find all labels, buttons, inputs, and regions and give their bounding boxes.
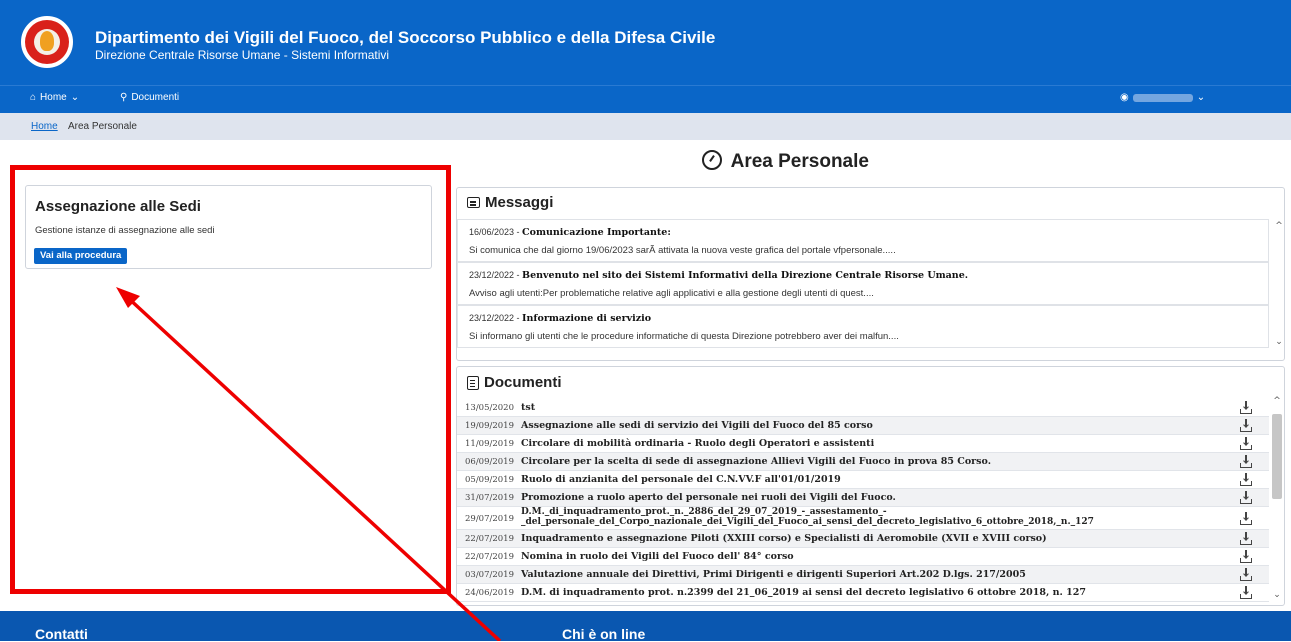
download-icon[interactable] — [1240, 550, 1252, 563]
message-item[interactable]: 16/06/2023 - Comunicazione Importante: S… — [457, 219, 1269, 262]
download-icon[interactable] — [1240, 455, 1252, 468]
document-date: 03/07/2019 — [465, 570, 514, 580]
document-icon — [467, 375, 479, 390]
messaggi-panel: Messaggi 16/06/2023 - Comunicazione Impo… — [456, 187, 1285, 361]
breadcrumb-home-link[interactable]: Home — [31, 121, 58, 132]
documenti-scrollbar[interactable]: ^ ⌄ — [1270, 394, 1284, 604]
annotation-highlight-box — [10, 165, 451, 594]
documenti-header: Documenti — [467, 374, 562, 391]
download-icon[interactable] — [1240, 568, 1252, 581]
download-icon[interactable] — [1240, 491, 1252, 504]
document-title[interactable]: Ruolo di anzianita del personale del C.N… — [521, 474, 841, 485]
home-icon: ⌂ — [30, 92, 37, 103]
download-icon[interactable] — [1240, 512, 1252, 525]
message-body: Si comunica che dal giorno 19/06/2023 sa… — [469, 245, 896, 256]
breadcrumb: Home Area Personale — [0, 113, 1291, 140]
message-date: 23/12/2022 — [469, 270, 515, 280]
document-date: 11/09/2019 — [465, 439, 514, 449]
scroll-down-icon[interactable]: ⌄ — [1272, 590, 1282, 600]
document-date: 29/07/2019 — [465, 514, 514, 524]
document-title[interactable]: Circolare di mobilità ordinaria - Ruolo … — [521, 438, 874, 449]
username-redacted — [1132, 93, 1193, 102]
document-row[interactable]: 13/05/2020 tst — [457, 399, 1269, 417]
breadcrumb-current: Area Personale — [68, 121, 137, 132]
scroll-up-icon[interactable]: ^ — [1272, 396, 1282, 406]
message-title: Informazione di servizio — [522, 313, 652, 324]
document-title[interactable]: Inquadramento e assegnazione Piloti (XXI… — [521, 533, 1047, 544]
nav-documenti-label: Documenti — [131, 92, 180, 103]
download-icon[interactable] — [1240, 473, 1252, 486]
footer-contatti-heading: Contatti — [35, 626, 88, 642]
document-row[interactable]: 22/07/2019 Inquadramento e assegnazione … — [457, 530, 1269, 548]
document-title[interactable]: Circolare per la scelta di sede di asseg… — [521, 456, 991, 467]
footer-chi-online-heading: Chi è on line — [562, 626, 646, 642]
document-title[interactable]: Valutazione annuale dei Direttivi, Primi… — [521, 569, 1026, 580]
document-title[interactable]: D.M. di inquadramento prot. n.2399 del 2… — [521, 587, 1086, 598]
document-date: 31/07/2019 — [465, 493, 514, 503]
nav-home-label: Home — [40, 92, 67, 103]
document-row[interactable]: 05/09/2019 Ruolo di anzianita del person… — [457, 471, 1269, 489]
messaggi-title: Messaggi — [485, 194, 554, 211]
download-icon[interactable] — [1240, 532, 1252, 545]
vigili-del-fuoco-logo[interactable] — [21, 16, 73, 68]
document-date: 13/05/2020 — [465, 403, 514, 413]
message-title: Comunicazione Importante: — [522, 227, 671, 238]
user-menu[interactable]: ◉ ⌄ — [1120, 92, 1205, 103]
document-date: 05/09/2019 — [465, 475, 514, 485]
document-date: 24/06/2019 — [465, 588, 514, 598]
document-title[interactable]: Promozione a ruolo aperto del personale … — [521, 492, 896, 503]
document-row[interactable]: 29/07/2019 D.M._di_inquadramento_prot._n… — [457, 507, 1269, 530]
scroll-up-icon[interactable]: ^ — [1274, 221, 1284, 231]
download-icon[interactable] — [1240, 401, 1252, 414]
chevron-down-icon: ⌄ — [1196, 92, 1206, 103]
download-icon[interactable] — [1240, 419, 1252, 432]
message-item[interactable]: 23/12/2022 - Informazione di servizio Si… — [457, 305, 1269, 348]
documenti-title: Documenti — [484, 374, 562, 391]
main-navbar: ⌂ Home ⌄ ⚲ Documenti ◉ ⌄ — [0, 85, 1291, 113]
document-row[interactable]: 03/07/2019 Valutazione annuale dei Diret… — [457, 566, 1269, 584]
document-title[interactable]: Assegnazione alle sedi di servizio dei V… — [521, 420, 873, 431]
site-subtitle: Direzione Centrale Risorse Umane - Siste… — [95, 48, 390, 62]
nav-documenti-link[interactable]: ⚲ Documenti — [120, 92, 179, 103]
document-title[interactable]: Nomina in ruolo dei Vigili del Fuoco del… — [521, 551, 794, 562]
scroll-down-icon[interactable]: ⌄ — [1274, 337, 1284, 347]
site-title: Dipartimento dei Vigili del Fuoco, del S… — [95, 28, 716, 47]
document-date: 22/07/2019 — [465, 552, 514, 562]
messaggi-list[interactable]: 16/06/2023 - Comunicazione Importante: S… — [457, 219, 1269, 348]
document-row[interactable]: 11/09/2019 Circolare di mobilità ordinar… — [457, 435, 1269, 453]
document-row[interactable]: 06/09/2019 Circolare per la scelta di se… — [457, 453, 1269, 471]
message-icon — [467, 197, 480, 208]
document-date: 06/09/2019 — [465, 457, 514, 467]
document-row[interactable]: 19/09/2019 Assegnazione alle sedi di ser… — [457, 417, 1269, 435]
messaggi-scrollbar[interactable]: ^ ⌄ — [1274, 219, 1284, 350]
document-title[interactable]: tst — [521, 402, 535, 413]
document-row[interactable]: 22/07/2019 Nomina in ruolo dei Vigili de… — [457, 548, 1269, 566]
messaggi-header: Messaggi — [467, 194, 553, 211]
dashboard-gauge-icon — [702, 150, 723, 170]
documenti-list: 13/05/2020 tst 19/09/2019 Assegnazione a… — [457, 399, 1269, 602]
download-icon[interactable] — [1240, 586, 1252, 599]
scrollbar-thumb[interactable] — [1272, 414, 1282, 499]
user-circle-icon: ◉ — [1120, 92, 1129, 103]
documenti-panel: Documenti 13/05/2020 tst 19/09/2019 Asse… — [456, 366, 1285, 606]
document-title[interactable]: D.M._di_inquadramento_prot._n._2886_del_… — [521, 507, 1241, 527]
chevron-down-icon: ⌄ — [70, 92, 80, 103]
document-date: 19/09/2019 — [465, 421, 514, 431]
page-title-text: Area Personale — [730, 151, 869, 172]
message-title: Benvenuto nel sito dei Sistemi Informati… — [522, 270, 969, 281]
message-item[interactable]: 23/12/2022 - Benvenuto nel sito dei Sist… — [457, 262, 1269, 305]
site-footer: Contatti Chi è on line — [0, 611, 1291, 642]
message-date: 16/06/2023 — [469, 227, 515, 237]
document-date: 22/07/2019 — [465, 534, 514, 544]
download-icon[interactable] — [1240, 437, 1252, 450]
nav-home-menu[interactable]: ⌂ Home ⌄ — [30, 92, 79, 103]
document-row[interactable]: 24/06/2019 D.M. di inquadramento prot. n… — [457, 584, 1269, 602]
message-body: Avviso agli utenti:Per problematiche rel… — [469, 288, 874, 299]
message-body: Si informano gli utenti che le procedure… — [469, 331, 899, 342]
pin-icon: ⚲ — [120, 92, 128, 103]
document-row[interactable]: 31/07/2019 Promozione a ruolo aperto del… — [457, 489, 1269, 507]
message-date: 23/12/2022 — [469, 313, 515, 323]
site-header: Dipartimento dei Vigili del Fuoco, del S… — [0, 0, 1291, 85]
